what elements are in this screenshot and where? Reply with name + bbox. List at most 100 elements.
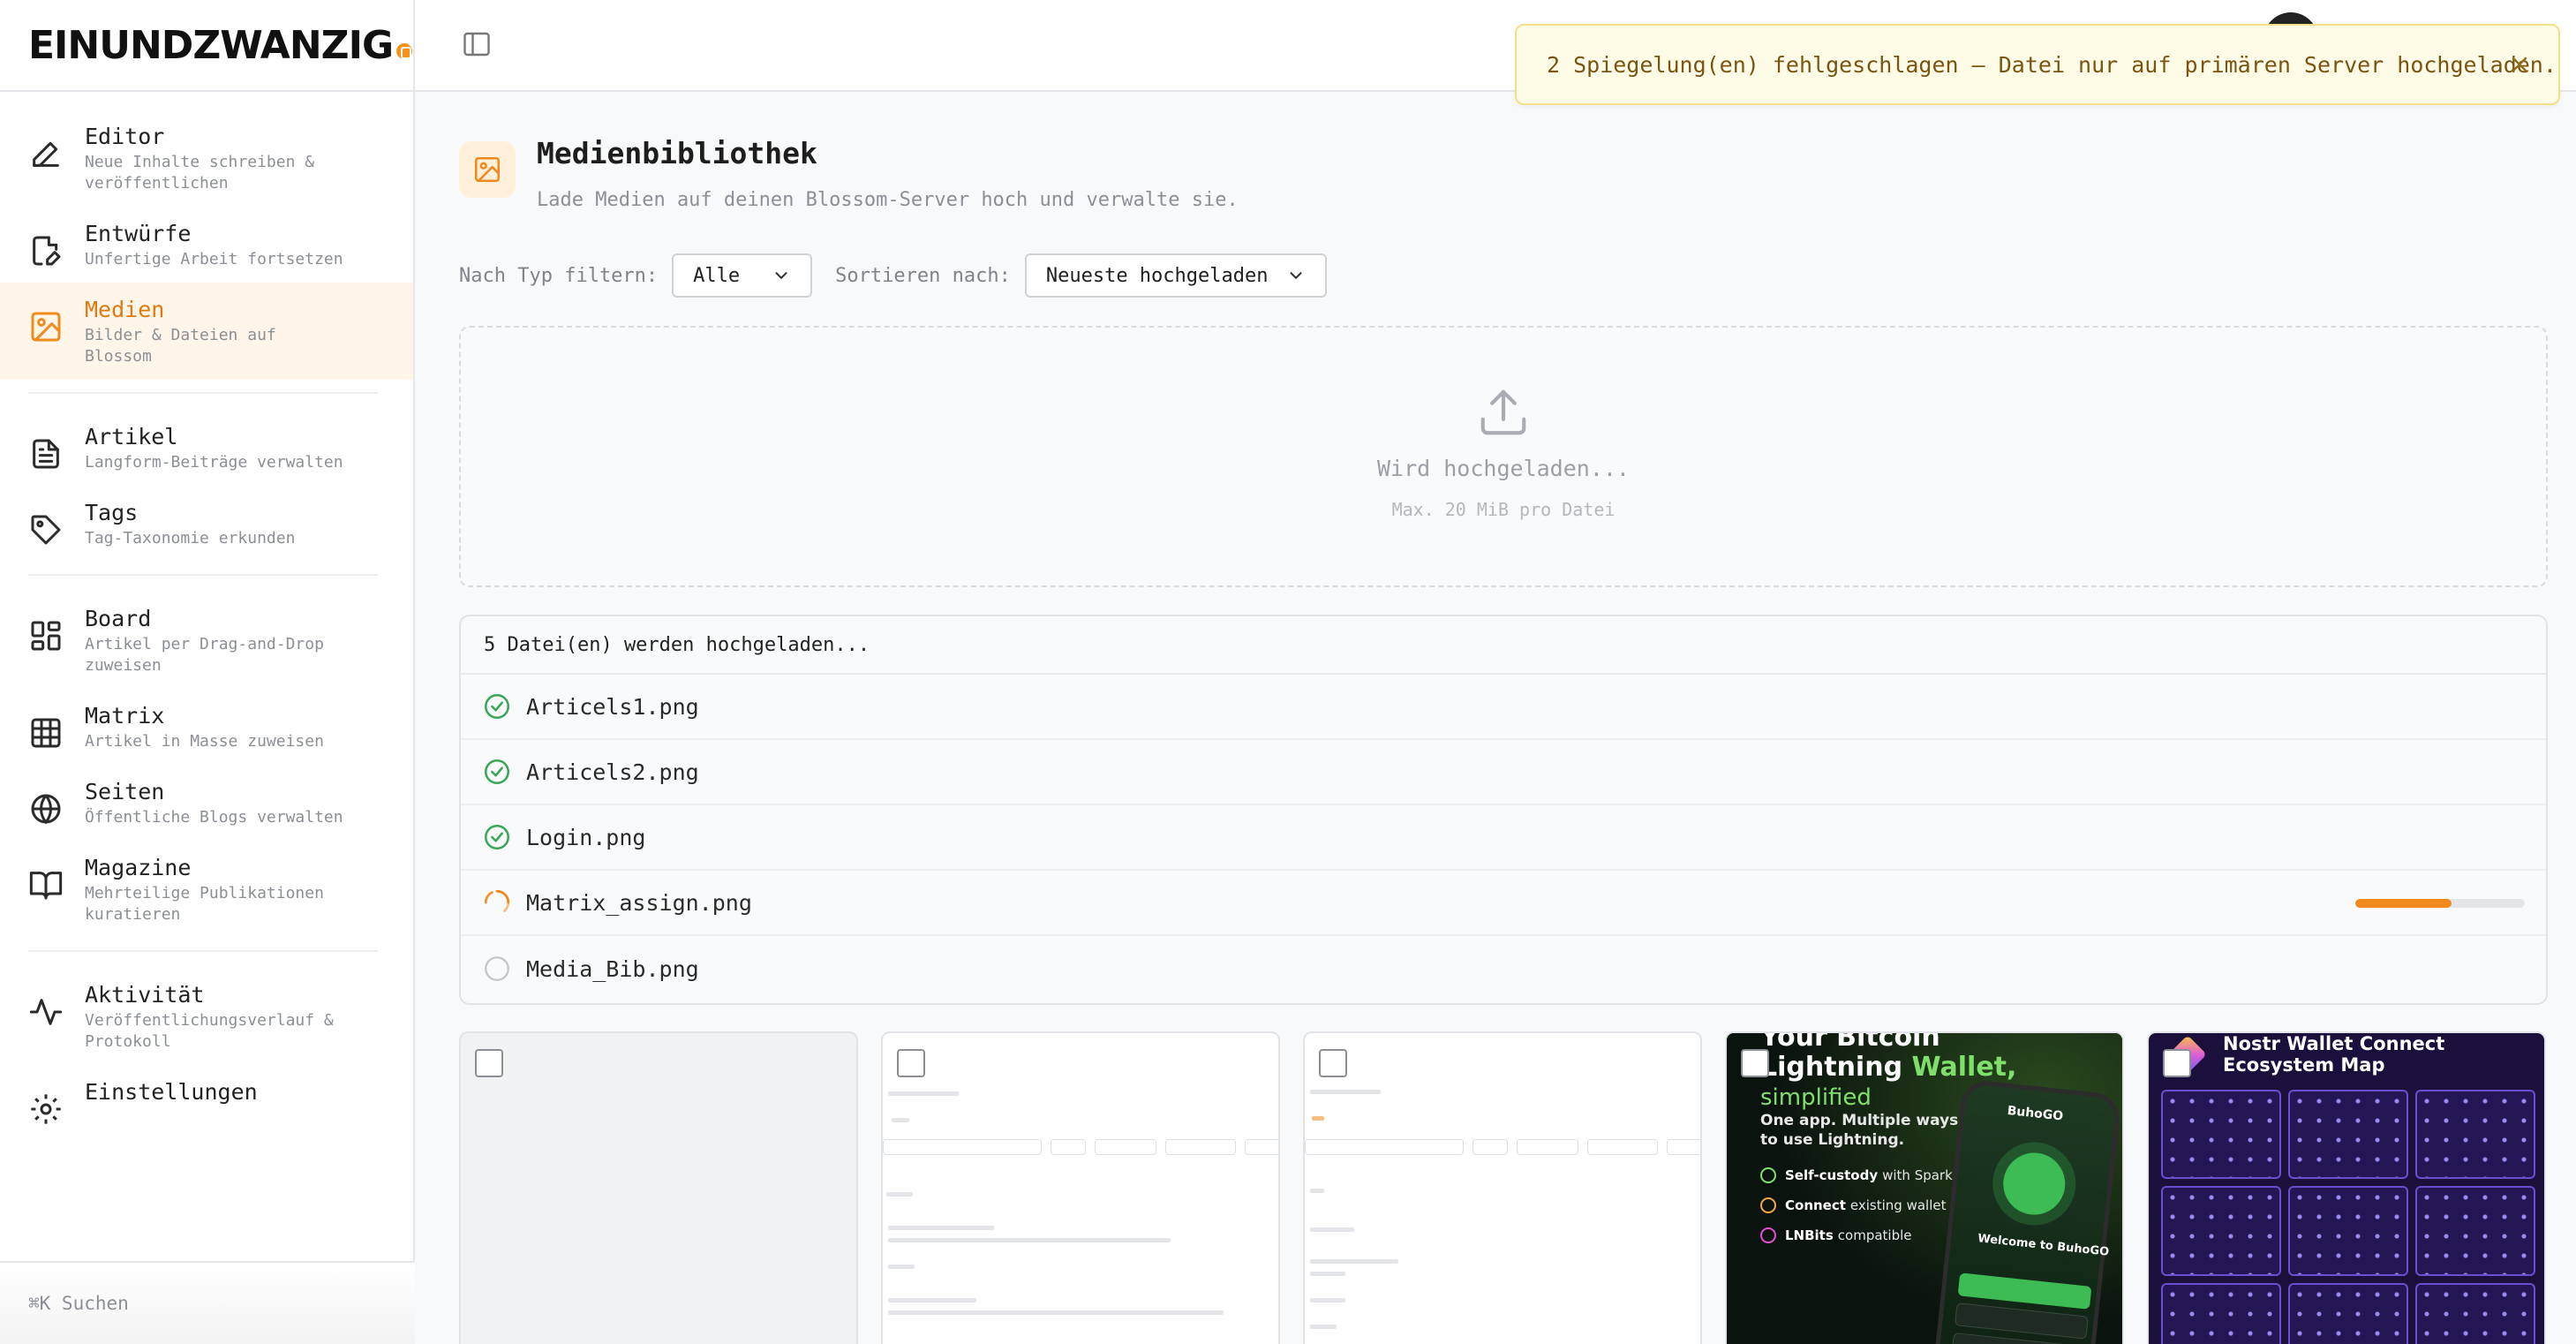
sidebar-item-subtitle: Unfertige Arbeit fortsetzen — [85, 250, 343, 268]
upload-file-name: Media_Bib.png — [526, 955, 699, 982]
tag-icon — [31, 515, 61, 545]
wallet-icon — [2000, 1150, 2068, 1219]
sidebar-item-title: Einstellungen — [85, 1079, 258, 1105]
sidebar-item-artikel[interactable]: Artikel Langform-Beiträge verwalten — [0, 410, 413, 486]
promo-feature: LNBits compatible — [1760, 1227, 1912, 1243]
activity-icon — [29, 999, 63, 1025]
check-circle-icon — [484, 693, 510, 720]
sort-value: Neueste hochgeladen — [1045, 264, 1269, 287]
upload-file-name: Articels1.png — [526, 693, 699, 720]
search-label: ⌘K Suchen — [28, 1293, 129, 1314]
image-icon — [459, 141, 516, 198]
bitcoin-logo-icon — [396, 43, 413, 59]
filter-bar: Nach Typ filtern: Alle Sortieren nach: N… — [459, 253, 1327, 298]
pending-circle-icon — [485, 956, 509, 981]
close-icon[interactable] — [2507, 52, 2532, 77]
select-checkbox[interactable] — [2163, 1049, 2191, 1077]
nwc-ecosystem-grid — [2161, 1090, 2535, 1344]
draft-file-icon — [33, 236, 61, 266]
sidebar-item-subtitle: Öffentliche Blogs verwalten — [85, 808, 343, 827]
upload-dropzone[interactable]: Wird hochgeladen... Max. 20 MiB pro Date… — [459, 326, 2548, 587]
board-icon — [31, 621, 61, 651]
book-icon — [29, 872, 63, 900]
sidebar-item-magazine[interactable]: Magazine Mehrteilige Publikationen kurat… — [0, 841, 413, 938]
sidebar-divider — [28, 950, 378, 952]
logo-text: EINUNDZWANZIG — [28, 22, 394, 68]
sidebar-item-entwuerfe[interactable]: Entwürfe Unfertige Arbeit fortsetzen — [0, 207, 413, 283]
nwc-title-line: Ecosystem Map — [2223, 1054, 2385, 1076]
sidebar-item-medien[interactable]: Medien Bilder & Dateien auf Blossom — [0, 283, 413, 380]
screenshot-thumbnail — [883, 1033, 1278, 1344]
select-checkbox[interactable] — [1741, 1049, 1769, 1077]
promo-feature-bold: LNBits — [1785, 1227, 1834, 1243]
nwc-ecosystem-map-image: Nostr Wallet Connect Ecosystem Map — [2149, 1033, 2544, 1344]
media-grid: Your Bitcoin Lightning Wallet, simplifie… — [459, 1031, 2548, 1344]
check-circle-icon — [484, 824, 510, 850]
media-card[interactable] — [881, 1031, 1280, 1344]
upload-progress-bar — [2355, 899, 2525, 908]
ecosystem-category — [2161, 1090, 2281, 1180]
sidebar-item-title: Medien — [85, 297, 165, 322]
sidebar-item-subtitle: Artikel in Masse zuweisen — [85, 732, 324, 751]
sidebar-toggle-icon[interactable] — [461, 28, 493, 60]
promo-title-line: simplified — [1760, 1084, 1872, 1111]
search-shortcut[interactable]: ⌘K Suchen — [0, 1261, 415, 1344]
globe-icon — [31, 794, 61, 825]
sidebar-item-seiten[interactable]: Seiten Öffentliche Blogs verwalten — [0, 765, 413, 841]
sidebar-item-title: Editor — [85, 124, 165, 149]
warning-toast: 2 Spiegelung(en) fehlgeschlagen — Datei … — [1515, 24, 2560, 105]
sidebar-divider — [28, 392, 378, 394]
ecosystem-category — [2415, 1282, 2535, 1344]
media-card[interactable] — [459, 1031, 858, 1344]
ecosystem-category — [2415, 1186, 2535, 1276]
sidebar-item-editor[interactable]: Editor Neue Inhalte schreiben & veröffen… — [0, 109, 413, 207]
upload-row: Login.png — [461, 805, 2546, 871]
media-card[interactable] — [1303, 1031, 1702, 1344]
sidebar-item-title: Magazine — [85, 855, 192, 880]
sort-select[interactable]: Neueste hochgeladen — [1024, 253, 1327, 298]
media-card[interactable]: Nostr Wallet Connect Ecosystem Map — [2147, 1031, 2546, 1344]
select-checkbox[interactable] — [475, 1049, 503, 1077]
ecosystem-category — [2288, 1282, 2408, 1344]
promo-feature-bold: Self-custody — [1785, 1167, 1879, 1183]
sidebar-nav: Editor Neue Inhalte schreiben & veröffen… — [0, 92, 413, 1139]
media-card[interactable]: Your Bitcoin Lightning Wallet, simplifie… — [1725, 1031, 2124, 1344]
upload-file-name: Articels2.png — [526, 759, 699, 785]
promo-title-part: Lightning — [1760, 1052, 1912, 1083]
sidebar-item-subtitle: Artikel per Drag-and-Drop zuweisen — [85, 635, 324, 675]
promo-feature-text: compatible — [1837, 1227, 1912, 1243]
chevron-down-icon — [1290, 272, 1302, 279]
upload-row: Articels1.png — [461, 675, 2546, 740]
link-icon — [1760, 1197, 1776, 1213]
phone-welcome: Welcome to BuhoGO — [1977, 1232, 2110, 1259]
sidebar-item-title: Seiten — [85, 779, 165, 804]
sidebar-item-einstellungen[interactable]: Einstellungen — [0, 1065, 413, 1139]
promo-feature-text: existing wallet — [1849, 1197, 1947, 1213]
promo-title-line: Lightning Wallet, — [1760, 1053, 2016, 1083]
pen-icon — [33, 141, 59, 167]
select-checkbox[interactable] — [897, 1049, 925, 1077]
grid-icon — [31, 718, 61, 748]
promo-feature: Connect existing wallet — [1760, 1197, 1946, 1213]
ecosystem-category — [2161, 1186, 2281, 1276]
app-logo[interactable]: EINUNDZWANZIG — [28, 22, 413, 68]
check-circle-icon — [1760, 1167, 1776, 1183]
sidebar-item-aktivitaet[interactable]: Aktivität Veröffentlichungsverlauf & Pro… — [0, 968, 413, 1065]
ecosystem-category — [2288, 1090, 2408, 1180]
page-title: Medienbibliothek — [537, 136, 817, 170]
sidebar-item-board[interactable]: Board Artikel per Drag-and-Drop zuweisen — [0, 592, 413, 689]
upload-file-name: Matrix_assign.png — [526, 889, 752, 916]
type-filter-select[interactable]: Alle — [672, 253, 813, 298]
select-checkbox[interactable] — [1319, 1049, 1347, 1077]
sidebar-item-tags[interactable]: Tags Tag-Taxonomie erkunden — [0, 486, 413, 562]
sidebar-item-matrix[interactable]: Matrix Artikel in Masse zuweisen — [0, 689, 413, 765]
ecosystem-category — [2161, 1282, 2281, 1344]
upload-file-name: Login.png — [526, 824, 646, 850]
dropzone-title: Wird hochgeladen... — [1377, 455, 1630, 481]
nwc-title-line: Nostr Wallet Connect — [2223, 1033, 2445, 1054]
check-circle-icon — [484, 759, 510, 785]
sidebar-item-title: Board — [85, 606, 152, 631]
sidebar-item-title: Aktivität — [85, 982, 205, 1008]
promo-title-highlight: Wallet, — [1911, 1052, 2017, 1083]
promo-title-line: Your Bitcoin — [1760, 1031, 1940, 1053]
